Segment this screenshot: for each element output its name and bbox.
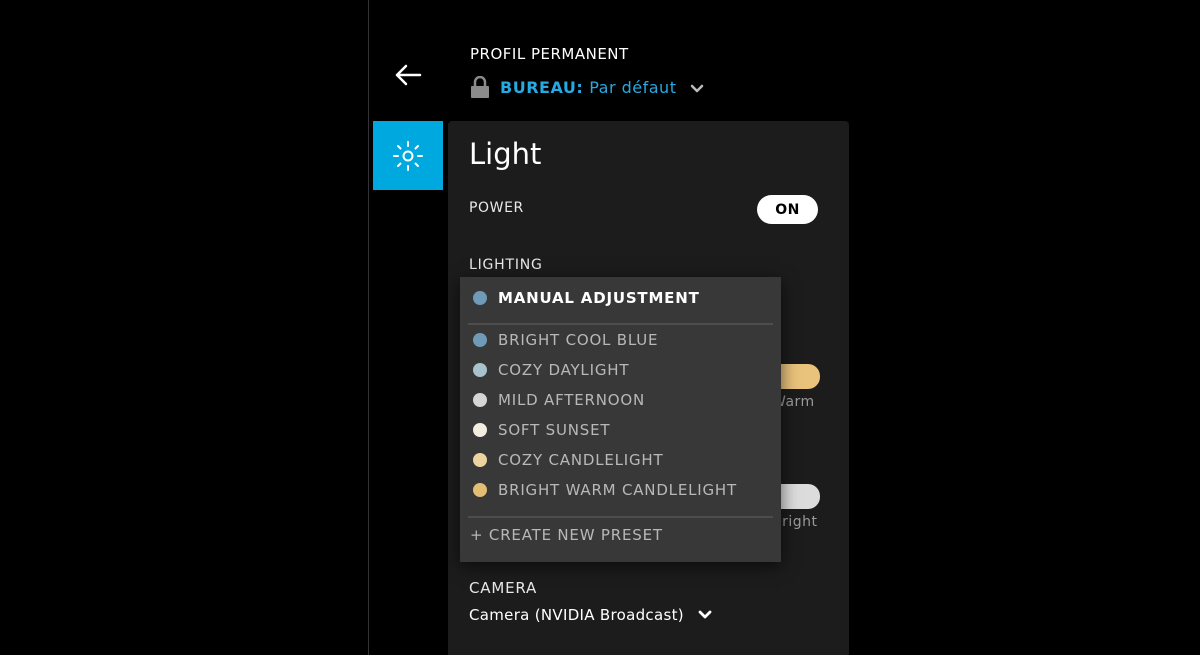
color-dot-icon (473, 291, 487, 305)
preset-bright-warm-candlelight[interactable]: BRIGHT WARM CANDLELIGHT (460, 476, 781, 504)
camera-label: CAMERA (469, 579, 538, 597)
color-dot-icon (473, 453, 487, 467)
preset-manual-adjustment[interactable]: MANUAL ADJUSTMENT (460, 284, 781, 312)
preset-label: MANUAL ADJUSTMENT (498, 289, 700, 307)
preset-label: SOFT SUNSET (498, 421, 611, 439)
dropdown-separator (468, 516, 773, 518)
color-dot-icon (473, 363, 487, 377)
warmth-slider[interactable] (778, 364, 820, 389)
preset-soft-sunset[interactable]: SOFT SUNSET (460, 416, 781, 444)
profile-selector[interactable]: BUREAU: Par défaut (470, 76, 704, 98)
color-dot-icon (473, 333, 487, 347)
preset-cozy-daylight[interactable]: COZY DAYLIGHT (460, 356, 781, 384)
power-toggle[interactable]: ON (757, 195, 818, 224)
create-preset-button[interactable]: + CREATE NEW PRESET (470, 523, 663, 547)
chevron-down-icon (690, 84, 704, 94)
color-dot-icon (473, 393, 487, 407)
tab-light[interactable] (373, 121, 443, 190)
profile-label: PROFIL PERMANENT (470, 45, 629, 63)
profile-value: Par défaut (589, 77, 677, 97)
page-title: Light (469, 137, 542, 171)
power-label: POWER (469, 200, 524, 216)
color-dot-icon (473, 423, 487, 437)
preset-label: BRIGHT COOL BLUE (498, 331, 659, 349)
color-dot-icon (473, 483, 487, 497)
profile-key: BUREAU: (500, 77, 584, 97)
back-button[interactable] (388, 60, 428, 90)
camera-value: Camera (NVIDIA Broadcast) (469, 606, 684, 624)
lock-icon (470, 76, 490, 98)
preset-label: COZY DAYLIGHT (498, 361, 630, 379)
lighting-preset-dropdown: MANUAL ADJUSTMENT BRIGHT COOL BLUE COZY … (460, 277, 781, 562)
arrow-left-icon (395, 64, 422, 86)
preset-label: BRIGHT WARM CANDLELIGHT (498, 481, 737, 499)
dropdown-separator (468, 323, 773, 325)
preset-label: MILD AFTERNOON (498, 391, 645, 409)
camera-selector[interactable]: Camera (NVIDIA Broadcast) (469, 606, 712, 624)
brightness-slider[interactable] (778, 484, 820, 509)
preset-cozy-candlelight[interactable]: COZY CANDLELIGHT (460, 446, 781, 474)
preset-label: COZY CANDLELIGHT (498, 451, 664, 469)
preset-mild-afternoon[interactable]: MILD AFTERNOON (460, 386, 781, 414)
sidebar-divider (368, 0, 369, 655)
sun-icon (393, 140, 423, 171)
lighting-label: LIGHTING (469, 257, 543, 273)
chevron-down-icon (698, 610, 712, 620)
preset-bright-cool-blue[interactable]: BRIGHT COOL BLUE (460, 326, 781, 354)
